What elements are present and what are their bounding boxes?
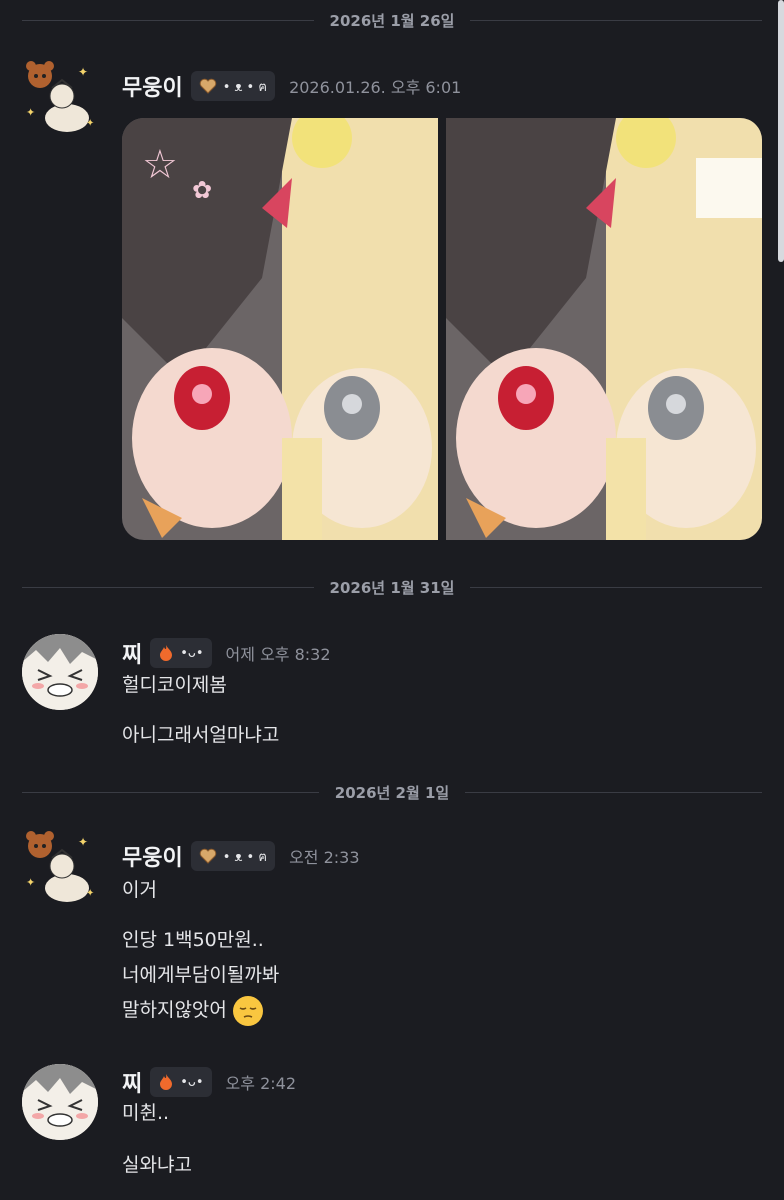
message-text: 실와냐고 — [122, 1154, 192, 1176]
svg-text:✦: ✦ — [26, 106, 35, 119]
attachment-image-left[interactable]: ☆ ✿ — [122, 118, 438, 540]
date-divider: 2026년 1월 31일 — [22, 577, 762, 597]
badge-text: • ᴥ • ฅ — [222, 849, 268, 865]
scrollbar[interactable] — [778, 0, 784, 262]
badge-text: • ᴥ • ฅ — [222, 79, 268, 95]
author-name[interactable]: 찌 — [122, 637, 142, 669]
pensive-face-icon — [232, 995, 263, 1026]
date-divider: 2026년 2월 1일 — [22, 782, 762, 802]
date-divider-label: 2026년 1월 26일 — [329, 11, 455, 30]
fire-icon — [160, 1074, 173, 1090]
svg-text:☆: ☆ — [142, 142, 178, 188]
author-name[interactable]: 무웅이 — [122, 70, 183, 102]
user-badge: • ᴥ • ฅ — [190, 841, 276, 871]
avatar[interactable] — [22, 1064, 98, 1140]
svg-text:✦: ✦ — [78, 835, 88, 849]
badge-text: •ᴗ• — [180, 1074, 204, 1090]
message-text: 이거 — [122, 879, 157, 901]
user-badge: •ᴗ• — [150, 638, 212, 668]
timestamp: 오후 2:42 — [225, 1074, 297, 1093]
svg-text:✦: ✦ — [86, 118, 94, 129]
message-text: 너에게부담이될까봐 — [122, 964, 280, 986]
badge-text: •ᴗ• — [180, 645, 204, 661]
message-text: 미췬.. — [122, 1102, 170, 1124]
avatar[interactable] — [22, 634, 98, 710]
avatar[interactable]: ✦ ✦ ✦ ✦ — [22, 56, 98, 132]
timestamp: 2026.01.26. 오후 6:01 — [289, 78, 462, 97]
heart-cookie-icon — [199, 848, 216, 864]
svg-text:✿: ✿ — [192, 176, 212, 204]
message-text: 인당 1백50만원.. — [122, 929, 264, 951]
svg-text:✦: ✦ — [26, 876, 35, 889]
date-divider-label: 2026년 1월 31일 — [329, 578, 455, 597]
message-text: 말하지않앗어 — [122, 995, 263, 1026]
author-name[interactable]: 무웅이 — [122, 840, 183, 872]
message-text-content: 말하지않앗어 — [122, 999, 227, 1021]
image-attachment[interactable]: ☆ ✿ — [122, 118, 762, 540]
attachment-image-right[interactable] — [446, 118, 762, 540]
author-name[interactable]: 찌 — [122, 1066, 142, 1098]
date-divider-label: 2026년 2월 1일 — [334, 783, 450, 802]
timestamp: 어제 오후 8:32 — [225, 645, 331, 664]
svg-text:✦: ✦ — [78, 65, 88, 79]
date-divider: 2026년 1월 26일 — [22, 10, 762, 30]
user-badge: •ᴗ• — [150, 1067, 212, 1097]
svg-text:✦: ✦ — [86, 888, 94, 899]
message-text: 헐디코이제봄 — [122, 674, 227, 696]
user-badge: • ᴥ • ฅ — [190, 71, 276, 101]
fire-icon — [160, 645, 173, 661]
heart-cookie-icon — [199, 78, 216, 94]
timestamp: 오전 2:33 — [289, 848, 360, 867]
message-text: 아니그래서얼마냐고 — [122, 724, 280, 746]
avatar[interactable]: ✦ ✦ ✦ ✦ — [22, 826, 98, 902]
